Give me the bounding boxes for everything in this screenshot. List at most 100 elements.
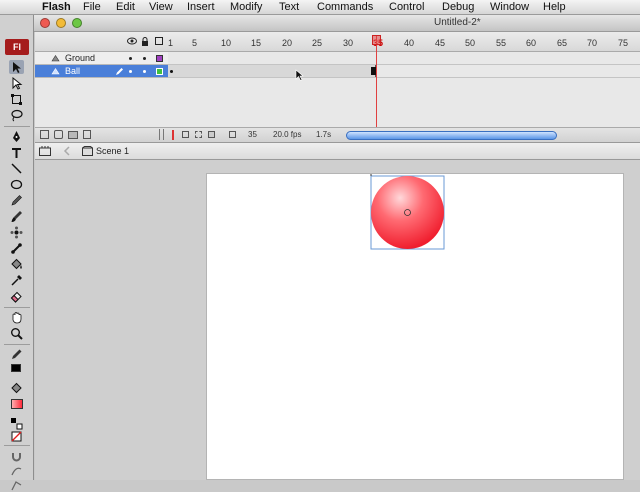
layer-row-ball[interactable]: Ball	[35, 65, 168, 78]
edit-bar: Scene 1	[35, 142, 640, 160]
frame-tick-45: 45	[435, 38, 446, 48]
menu-view[interactable]: View	[149, 1, 173, 13]
lock-icon[interactable]	[141, 37, 149, 49]
menu-edit[interactable]: Edit	[116, 1, 135, 13]
swap-colors-icon[interactable]	[9, 416, 24, 430]
outline-toggle-icon[interactable]	[155, 37, 163, 45]
timeline-toggle-icon[interactable]	[39, 146, 51, 159]
frame-tick-20: 20	[282, 38, 293, 48]
playhead-line	[376, 35, 377, 127]
fill-color-swatch[interactable]	[11, 399, 23, 409]
center-frame-icon[interactable]	[172, 130, 174, 140]
ball-symbol[interactable]	[367, 174, 449, 254]
playhead-handle[interactable]	[372, 35, 381, 45]
elapsed-time: 1.7s	[316, 130, 332, 139]
selection-arrow-icon[interactable]	[9, 60, 24, 74]
scene-name[interactable]: Scene 1	[96, 146, 129, 156]
text-tool-icon[interactable]	[9, 145, 24, 159]
menu-bar: Flash File Edit View Insert Modify Text …	[0, 0, 640, 15]
stage-area	[35, 160, 640, 480]
ball-visibility-dot[interactable]	[129, 70, 132, 73]
current-frame: 35	[248, 130, 257, 139]
frame-tick-25: 25	[312, 38, 323, 48]
menu-modify[interactable]: Modify	[230, 1, 262, 13]
subselection-icon[interactable]	[9, 76, 24, 90]
frames-row-ground[interactable]	[168, 52, 640, 65]
snap-to-objects-icon[interactable]	[9, 449, 24, 463]
menu-debug[interactable]: Debug	[442, 1, 474, 13]
frame-tick-55: 55	[496, 38, 507, 48]
stage-canvas[interactable]	[206, 173, 624, 480]
menu-window[interactable]: Window	[490, 1, 529, 13]
menu-text[interactable]: Text	[279, 1, 299, 13]
onion-skin-icon[interactable]	[182, 131, 189, 138]
layer-row-ground[interactable]: Ground	[35, 52, 168, 65]
menu-commands[interactable]: Commands	[317, 1, 373, 13]
fill-color-bucket-icon[interactable]	[9, 381, 24, 395]
layer-name-ground: Ground	[65, 53, 96, 63]
lasso-icon[interactable]	[9, 108, 24, 122]
pen-icon[interactable]	[9, 129, 24, 143]
ground-outline-swatch[interactable]	[156, 55, 163, 62]
footer-divider	[163, 129, 164, 140]
ball-keyframe-span[interactable]	[168, 65, 376, 77]
scene-icon	[82, 146, 93, 159]
eraser-icon[interactable]	[9, 289, 24, 303]
frame-tick-30: 30	[343, 38, 354, 48]
ball-lock-dot[interactable]	[143, 70, 146, 73]
frame-rate[interactable]: 20.0 fps	[273, 130, 301, 139]
menu-flash[interactable]: Flash	[42, 1, 71, 13]
ground-visibility-dot[interactable]	[129, 57, 132, 60]
onion-outline-icon[interactable]	[195, 131, 202, 138]
timeline-horizontal-scrollbar[interactable]	[346, 131, 557, 140]
deco-icon[interactable]	[9, 225, 24, 239]
menu-control[interactable]: Control	[389, 1, 424, 13]
timeline-header: 1 5 10 15 20 25 30 35 40 45 50 55 60 65 …	[35, 32, 640, 52]
flash-logo: Fl	[5, 39, 29, 55]
free-transform-icon[interactable]	[9, 92, 24, 106]
straighten-icon[interactable]	[9, 478, 24, 492]
new-folder-icon[interactable]	[68, 131, 78, 139]
ground-lock-dot[interactable]	[143, 57, 146, 60]
eyedropper-icon[interactable]	[9, 273, 24, 287]
frames-row-ball[interactable]	[168, 65, 640, 78]
footer-divider	[159, 129, 160, 140]
smooth-icon[interactable]	[9, 464, 24, 478]
frame-tick-1: 1	[168, 38, 174, 48]
stroke-color-pencil-icon[interactable]	[9, 347, 24, 361]
layer-type-icon	[51, 67, 60, 79]
ball-outline-swatch[interactable]	[156, 68, 163, 75]
back-arrow-icon[interactable]	[62, 146, 72, 159]
menu-file[interactable]: File	[83, 1, 101, 13]
frame-tick-50: 50	[465, 38, 476, 48]
new-guide-icon[interactable]	[54, 130, 63, 139]
timeline-panel: 1 5 10 15 20 25 30 35 40 45 50 55 60 65 …	[35, 32, 640, 143]
hand-icon[interactable]	[9, 310, 24, 324]
stroke-color-swatch[interactable]	[11, 364, 21, 372]
zoom-icon[interactable]	[9, 326, 24, 340]
frame-tick-10: 10	[221, 38, 232, 48]
mouse-cursor-icon	[295, 69, 304, 84]
frame-tick-70: 70	[587, 38, 598, 48]
delete-layer-icon[interactable]	[83, 130, 91, 139]
paint-bucket-icon[interactable]	[9, 257, 24, 271]
close-window-button[interactable]	[40, 18, 50, 28]
menu-help[interactable]: Help	[543, 1, 566, 13]
oval-tool-icon[interactable]	[9, 177, 24, 191]
minimize-window-button[interactable]	[56, 18, 66, 28]
menu-insert[interactable]: Insert	[187, 1, 215, 13]
frame-tick-75: 75	[618, 38, 629, 48]
no-color-icon[interactable]	[9, 429, 24, 443]
frame-tick-40: 40	[404, 38, 415, 48]
zoom-window-button[interactable]	[72, 18, 82, 28]
new-layer-icon[interactable]	[40, 130, 49, 139]
modify-markers-icon[interactable]	[229, 131, 236, 138]
edit-multiple-frames-icon[interactable]	[208, 131, 215, 138]
timeline-footer: 35 20.0 fps 1.7s	[35, 127, 640, 143]
brush-icon[interactable]	[9, 209, 24, 223]
show-hide-eye-icon[interactable]	[127, 37, 137, 48]
pencil-icon[interactable]	[9, 193, 24, 207]
line-tool-icon[interactable]	[9, 161, 24, 175]
ball-start-keyframe[interactable]	[170, 70, 173, 73]
bone-icon[interactable]	[9, 241, 24, 255]
